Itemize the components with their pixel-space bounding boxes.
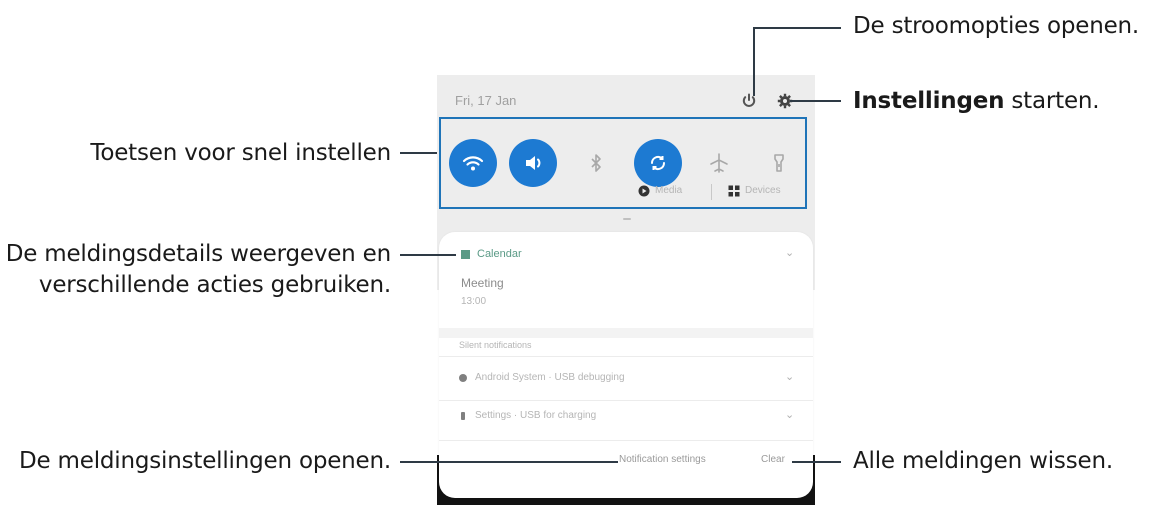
callout-text: Toetsen voor snel instellen: [90, 140, 391, 166]
notification-settings-button[interactable]: Notification settings: [619, 454, 706, 465]
chevron-down-icon[interactable]: ⌄: [785, 408, 794, 421]
callout-clear-all: Alle meldingen wissen.: [853, 446, 1113, 477]
auto-rotate-toggle[interactable]: [634, 139, 682, 187]
notification-title: Meeting: [461, 276, 504, 290]
divider: [439, 356, 813, 357]
app-icon: [459, 374, 467, 382]
clear-button[interactable]: Clear: [761, 454, 785, 465]
app-icon: [461, 250, 470, 259]
divider: [439, 400, 813, 401]
leader-line: [400, 254, 456, 256]
leader-line: [753, 27, 841, 29]
sound-icon: [526, 156, 541, 170]
silent-notification-text: Settings · USB for charging: [475, 410, 597, 421]
sound-toggle[interactable]: [509, 139, 557, 187]
bluetooth-toggle[interactable]: [572, 139, 620, 187]
app-icon: [461, 412, 465, 420]
drag-handle[interactable]: [623, 218, 631, 220]
app-name: Calendar: [477, 248, 522, 260]
leader-line: [400, 461, 618, 463]
chevron-down-icon[interactable]: ⌄: [785, 246, 794, 259]
leader-line: [790, 100, 841, 102]
notification-panel: Fri, 17 Jan Media Devices Calendar ⌄ Mee…: [437, 75, 815, 505]
devices-icon: [728, 185, 740, 197]
callout-text: De stroomopties openen.: [853, 13, 1140, 39]
callout-quick-settings: Toetsen voor snel instellen: [90, 138, 391, 169]
callout-text: Alle meldingen wissen.: [853, 448, 1113, 474]
media-button[interactable]: Media: [655, 185, 682, 196]
auto-rotate-icon: [650, 155, 666, 171]
status-date: Fri, 17 Jan: [455, 93, 517, 108]
silent-notifications-header: Silent notifications: [459, 340, 532, 350]
divider: [711, 184, 712, 200]
callout-text: verschillende acties gebruiken.: [38, 272, 391, 298]
leader-line: [753, 27, 755, 96]
section-divider: [439, 328, 813, 338]
notification-list: Calendar ⌄ Meeting 13:00 Silent notifica…: [439, 232, 813, 498]
wifi-toggle[interactable]: [449, 139, 497, 187]
chevron-down-icon[interactable]: ⌄: [785, 370, 794, 383]
callout-settings: Instellingen starten.: [853, 86, 1100, 117]
flashlight-toggle[interactable]: [755, 139, 803, 187]
leader-line: [400, 152, 437, 154]
callout-text: starten.: [1004, 88, 1100, 114]
media-icon: [638, 185, 650, 197]
callout-power-options: De stroomopties openen.: [853, 11, 1139, 42]
notification-time: 13:00: [461, 296, 487, 307]
callout-notification-settings: De meldingsinstellingen openen.: [19, 446, 391, 477]
bluetooth-icon: [591, 154, 601, 172]
flashlight-icon: [774, 154, 784, 172]
airplane-mode-toggle[interactable]: [695, 139, 743, 187]
callout-notification-details: De meldingsdetails weergeven en verschil…: [6, 239, 391, 301]
wifi-icon: [462, 156, 484, 171]
devices-button[interactable]: Devices: [745, 185, 781, 196]
callout-text: De meldingsdetails weergeven en: [5, 241, 391, 267]
divider: [439, 440, 813, 441]
callout-text: De meldingsinstellingen openen.: [18, 448, 391, 474]
callout-text-bold: Instellingen: [853, 88, 1005, 114]
silent-notification-text: Android System · USB debugging: [475, 372, 625, 383]
airplane-mode-icon: [710, 153, 728, 173]
leader-line: [792, 461, 841, 463]
